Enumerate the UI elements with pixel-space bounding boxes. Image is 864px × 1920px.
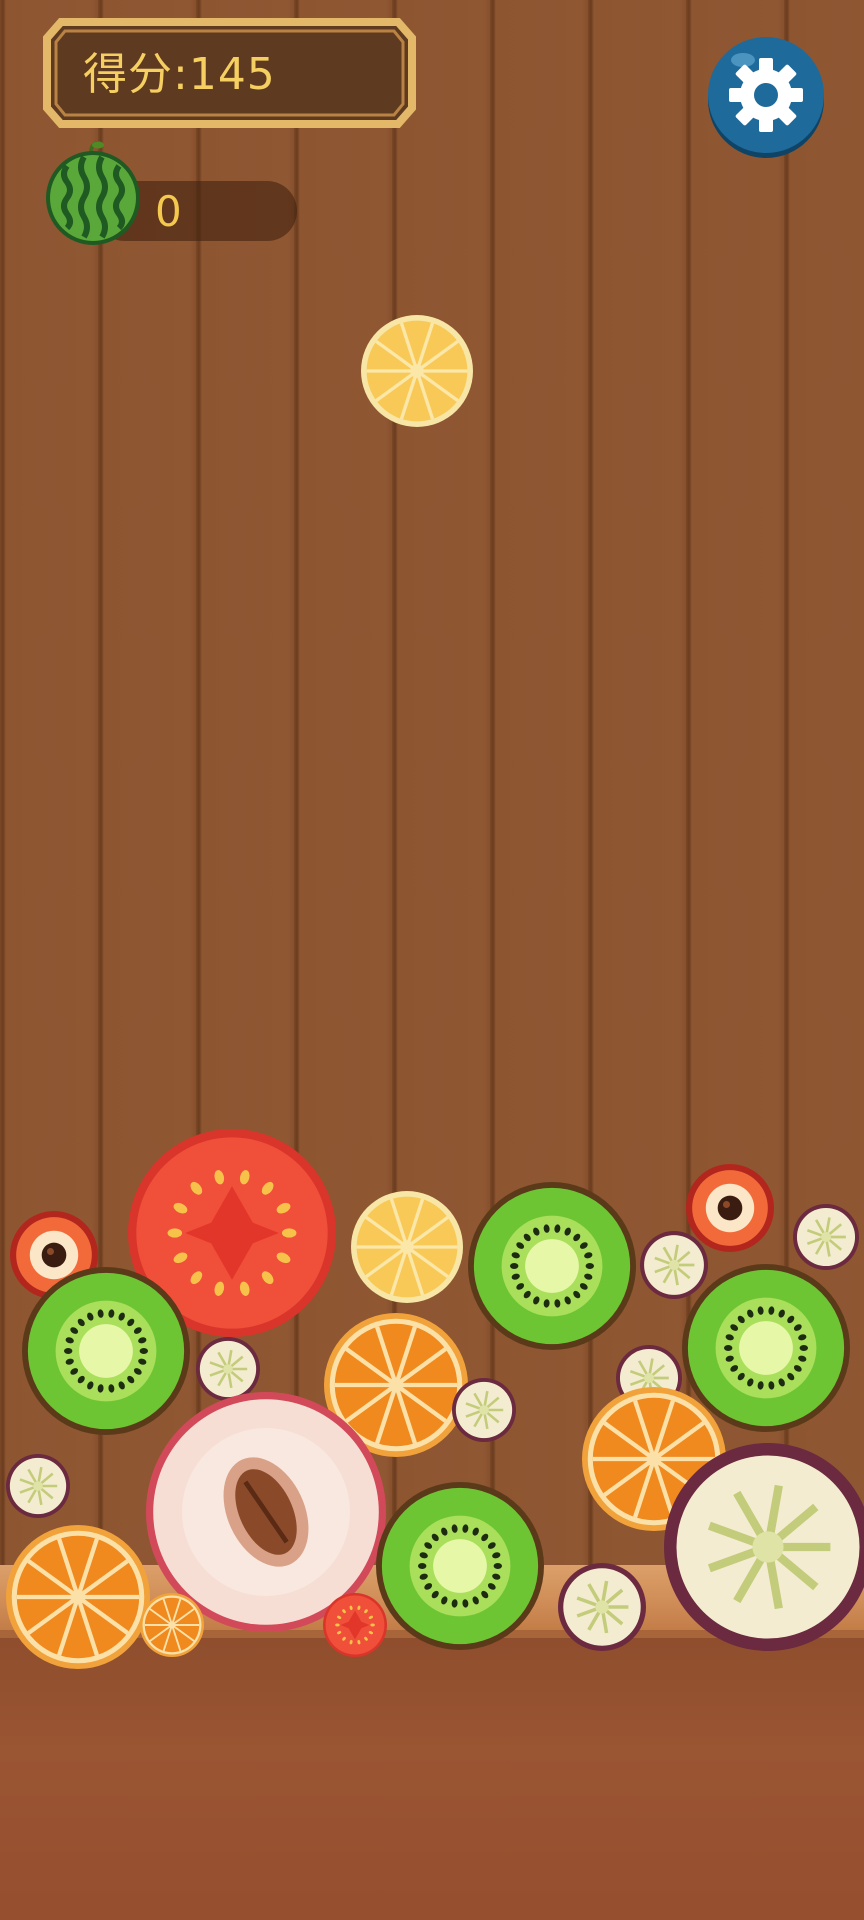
orange-fruit xyxy=(140,1593,204,1657)
kiwi-fruit xyxy=(468,1182,636,1350)
tomato-fruit xyxy=(323,1593,387,1657)
lemon-fruit xyxy=(351,1191,463,1303)
passionfruit-fruit xyxy=(6,1454,70,1518)
watermelon-icon xyxy=(46,140,140,245)
score-label: 得分:145 xyxy=(83,49,276,100)
kiwi-fruit xyxy=(376,1482,544,1650)
watermelon-count: 0 xyxy=(155,187,182,236)
next-fruit-lemon xyxy=(361,315,473,427)
settings-button[interactable] xyxy=(705,36,827,158)
floor xyxy=(0,1638,864,1920)
passionfruit-fruit xyxy=(452,1378,516,1442)
passionfruit-fruit xyxy=(558,1563,646,1651)
game-board[interactable] xyxy=(0,0,864,1920)
gear-icon xyxy=(708,37,824,158)
watermelon-counter: 0 xyxy=(40,140,297,246)
orange-fruit xyxy=(6,1525,150,1669)
score-panel: 得分:145 xyxy=(43,18,416,128)
passionfruit-fruit xyxy=(793,1204,859,1270)
passionfruit-fruit xyxy=(664,1443,864,1651)
